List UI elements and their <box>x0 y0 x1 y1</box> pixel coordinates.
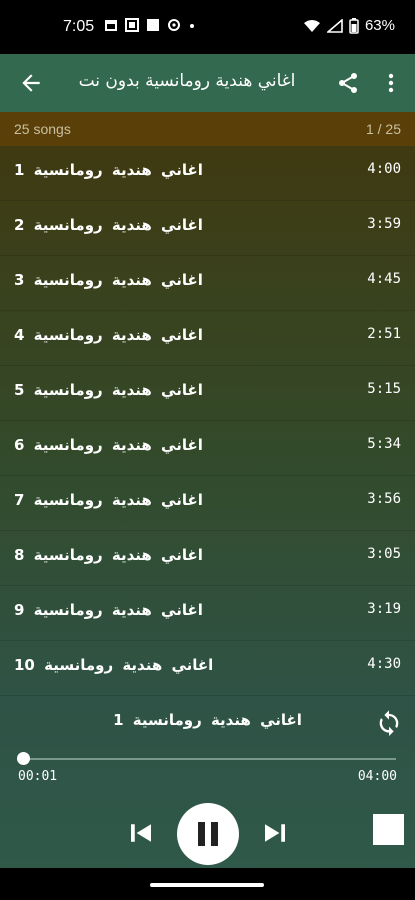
song-duration: 3:59 <box>367 216 401 232</box>
status-bar: 7:05 63% <box>0 0 415 54</box>
music-player-screen: 7:05 63% اغاني هندية رومانسية بدون نت 25… <box>0 0 415 900</box>
song-row[interactable]: اغاني هندية رومانسية 7 3:56 <box>0 476 415 531</box>
repeat-icon[interactable] <box>375 708 403 736</box>
song-duration: 5:15 <box>367 381 401 397</box>
song-duration: 5:34 <box>367 436 401 452</box>
battery-icon <box>349 17 359 34</box>
playlist-summary: 25 songs 1 / 25 <box>0 112 415 146</box>
dot-icon <box>190 24 194 28</box>
calendar-icon <box>105 20 117 31</box>
song-title: اغاني هندية رومانسية 3 <box>14 271 203 289</box>
song-duration: 2:51 <box>367 326 401 342</box>
skip-previous-icon[interactable] <box>126 818 156 848</box>
song-title: اغاني هندية رومانسية 6 <box>14 436 203 454</box>
song-row[interactable]: اغاني هندية رومانسية 5 5:15 <box>0 366 415 421</box>
song-row[interactable]: اغاني هندية رومانسية 10 4:30 <box>0 641 415 696</box>
song-title: اغاني هندية رومانسية 9 <box>14 601 203 619</box>
stop-icon[interactable] <box>373 814 404 845</box>
signal-icon <box>326 18 343 33</box>
song-duration: 4:45 <box>367 271 401 287</box>
app-bar: اغاني هندية رومانسية بدون نت <box>0 54 415 112</box>
pause-icon <box>198 822 218 846</box>
song-title: اغاني هندية رومانسية 5 <box>14 381 203 399</box>
song-row[interactable]: اغاني هندية رومانسية 6 5:34 <box>0 421 415 476</box>
song-row[interactable]: اغاني هندية رومانسية 9 3:19 <box>0 586 415 641</box>
seek-thumb[interactable] <box>17 752 31 765</box>
pause-button[interactable] <box>177 803 239 865</box>
song-row[interactable]: اغاني هندية رومانسية 8 3:05 <box>0 531 415 586</box>
current-time: 00:01 <box>18 769 58 784</box>
seek-bar[interactable] <box>22 758 396 760</box>
status-time: 7:05 <box>63 18 95 35</box>
arrow-back-icon[interactable] <box>18 70 44 96</box>
share-icon[interactable] <box>336 70 360 96</box>
song-duration: 4:00 <box>367 161 401 177</box>
song-title: اغاني هندية رومانسية 7 <box>14 491 203 509</box>
song-title: اغاني هندية رومانسية 1 <box>14 161 203 179</box>
page-title: اغاني هندية رومانسية بدون نت <box>78 71 296 91</box>
battery-percent: 63% <box>364 17 395 34</box>
song-row[interactable]: اغاني هندية رومانسية 4 2:51 <box>0 311 415 366</box>
notification-icons <box>104 18 196 32</box>
now-playing-title: اغاني هندية رومانسية 1 <box>113 711 302 729</box>
song-duration: 4:30 <box>367 656 401 672</box>
song-duration: 3:05 <box>367 546 401 562</box>
song-count: 25 songs <box>14 121 71 137</box>
more-vert-icon[interactable] <box>382 70 400 96</box>
gallery-icon <box>125 18 139 32</box>
skip-next-icon[interactable] <box>260 818 290 848</box>
song-title: اغاني هندية رومانسية 10 <box>14 656 214 674</box>
system-status: 63% <box>303 17 395 34</box>
settings-dot-icon <box>168 19 180 31</box>
song-row[interactable]: اغاني هندية رومانسية 2 3:59 <box>0 201 415 256</box>
song-title: اغاني هندية رومانسية 2 <box>14 216 203 234</box>
song-title: اغاني هندية رومانسية 4 <box>14 326 203 344</box>
song-row[interactable]: اغاني هندية رومانسية 3 4:45 <box>0 256 415 311</box>
song-duration: 3:19 <box>367 601 401 617</box>
song-title: اغاني هندية رومانسية 8 <box>14 546 203 564</box>
song-list: اغاني هندية رومانسية 1 4:00 اغاني هندية ر… <box>0 146 415 696</box>
player-panel: اغاني هندية رومانسية 1 00:01 04:00 <box>0 690 415 868</box>
wifi-icon <box>303 19 320 32</box>
navigation-bar <box>0 868 415 900</box>
square-app-icon <box>147 19 159 31</box>
song-row[interactable]: اغاني هندية رومانسية 1 4:00 <box>0 146 415 201</box>
home-gesture-pill[interactable] <box>150 883 264 887</box>
track-position: 1 / 25 <box>365 121 401 137</box>
song-duration: 3:56 <box>367 491 401 507</box>
total-time: 04:00 <box>357 769 397 784</box>
